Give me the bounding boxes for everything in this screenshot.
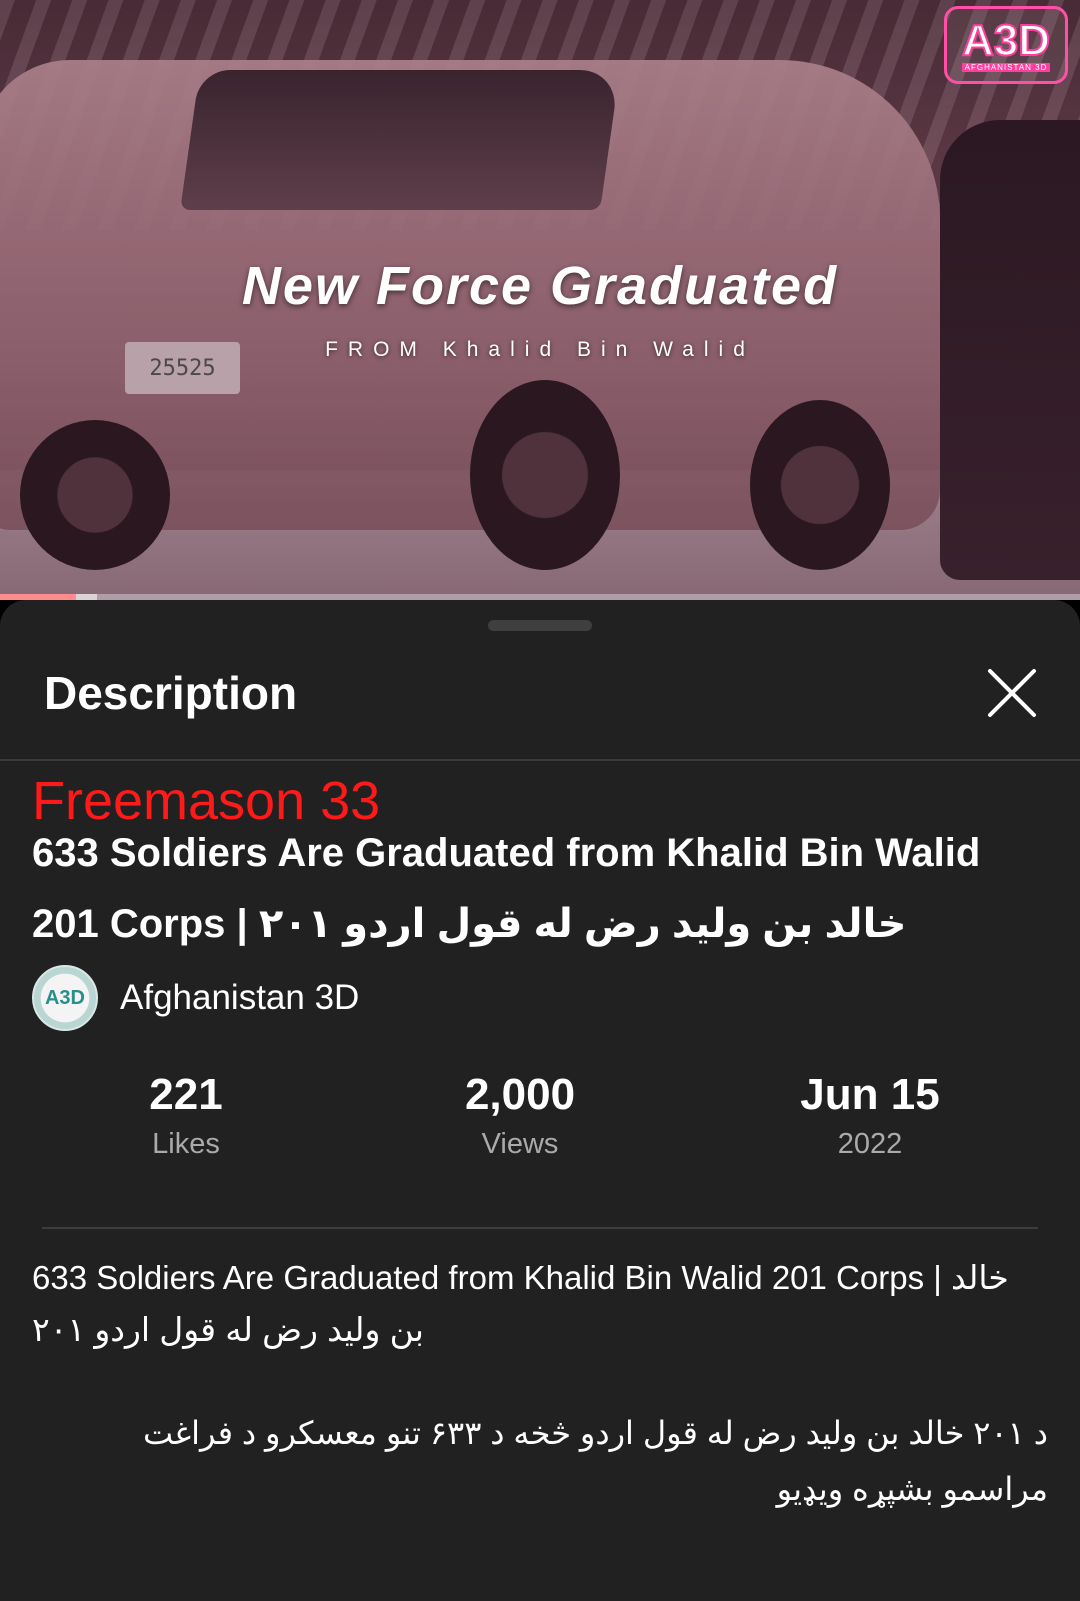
description-sheet: Description Freemason 33 633 Soldiers Ar… <box>0 600 1080 1601</box>
description-text: 633 Soldiers Are Graduated from Khalid B… <box>32 1259 1009 1348</box>
video-title-overlay: New Force Graduated <box>241 256 839 316</box>
close-button[interactable] <box>985 666 1039 720</box>
channel-watermark-logo: A3D AFGHANISTAN 3D <box>944 6 1068 84</box>
stat-value: 2,000 <box>464 1070 576 1119</box>
stat-label: 2022 <box>837 1128 903 1160</box>
video-heading: 633 Soldiers Are Graduated from Khalid B… <box>32 831 981 946</box>
stat-label: Views <box>481 1128 559 1160</box>
stat-value: Jun 15 <box>800 1070 940 1119</box>
description-text-rtl: د ۲۰۱ خالد بن ولید رض له قول اردو څخه د … <box>143 1415 1048 1507</box>
stat-value: 221 <box>149 1070 223 1119</box>
logo-subtext: AFGHANISTAN 3D <box>961 62 1051 72</box>
stat-date: Jun 15 2022 <box>770 1068 970 1166</box>
stats-divider <box>42 1227 1038 1229</box>
avatar[interactable]: A3D <box>32 965 98 1031</box>
video-player[interactable]: 25525 New Force Graduated FROM Khalid Bi… <box>0 0 1080 600</box>
channel-row[interactable]: A3D Afghanistan 3D <box>32 965 359 1031</box>
header-divider <box>0 759 1080 761</box>
sheet-header: Description <box>0 600 1080 760</box>
stat-label: Likes <box>152 1128 220 1160</box>
stats-row: 221 Likes 2,000 Views Jun 15 2022 <box>0 1068 1080 1178</box>
sheet-title: Description <box>44 667 298 719</box>
close-icon <box>988 669 1036 717</box>
logo-text: A3D <box>961 15 1051 65</box>
stat-likes: 221 Likes <box>106 1068 266 1166</box>
stat-views: 2,000 Views <box>420 1068 620 1166</box>
channel-name[interactable]: Afghanistan 3D <box>120 978 359 1018</box>
video-subtitle-overlay: FROM Khalid Bin Walid <box>325 338 755 361</box>
